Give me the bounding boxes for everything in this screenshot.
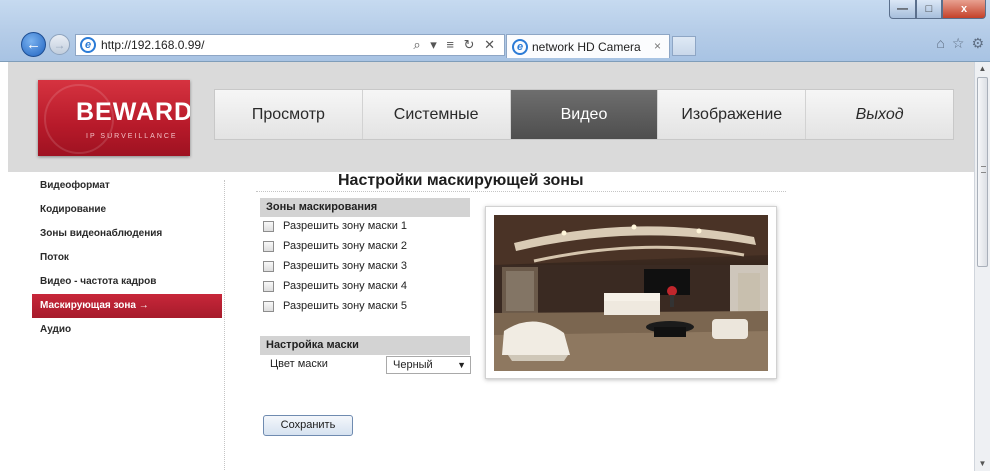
browser-toolbar-icons: ⌂ ☆ ⚙ — [936, 35, 984, 52]
mask-5-checkbox[interactable] — [263, 300, 274, 312]
mask-3-checkbox[interactable] — [263, 260, 274, 272]
camera-preview-frame — [485, 206, 777, 379]
preview-scene — [494, 215, 768, 371]
mask-settings-heading: Настройка маски — [260, 336, 470, 355]
settings-gear-icon[interactable]: ⚙ — [971, 35, 984, 52]
mask-color-label: Цвет маски — [270, 358, 328, 370]
favorites-star-icon[interactable]: ☆ — [952, 35, 965, 52]
mask-1-label: Разрешить зону маски 1 — [283, 220, 408, 232]
mask-2-label: Разрешить зону маски 2 — [283, 240, 408, 252]
mask-row-5[interactable]: Разрешить зону маски 5 — [263, 298, 407, 314]
mask-row-1[interactable]: Разрешить зону маски 1 — [263, 218, 407, 234]
menu-item-logout[interactable]: Выход — [806, 90, 953, 139]
page-title: Настройки маскирующей зоны — [338, 172, 584, 189]
camera-preview-image[interactable] — [494, 215, 768, 371]
logo-subtitle: IP SURVEILLANCE — [86, 133, 178, 140]
mask-1-checkbox[interactable] — [263, 220, 274, 232]
maximize-button[interactable]: □ — [916, 0, 942, 19]
back-button[interactable]: ← — [21, 32, 46, 57]
menu-item-video[interactable]: Видео — [510, 90, 659, 139]
vertical-scrollbar[interactable]: ▲ ▼ — [974, 62, 990, 471]
tab-network-hd-camera[interactable]: e network HD Camera × — [506, 34, 670, 58]
mask-color-select[interactable]: Черный ▼ — [386, 356, 471, 374]
mask-5-label: Разрешить зону маски 5 — [283, 300, 408, 312]
sidebar-item-privacy-mask[interactable]: Маскирующая зона → — [32, 294, 222, 318]
mask-color-value: Черный — [393, 359, 433, 371]
scroll-grip-icon — [981, 166, 986, 173]
sidebar: Видеоформат Кодирование Зоны видеонаблюд… — [32, 174, 222, 342]
scroll-thumb[interactable] — [977, 77, 988, 267]
menu-item-view[interactable]: Просмотр — [215, 90, 363, 139]
new-tab-button[interactable] — [672, 36, 696, 56]
menu-item-system[interactable]: Системные — [363, 90, 511, 139]
masks-section-heading: Зоны маскирования — [260, 198, 470, 217]
beward-logo[interactable]: BEWARD IP SURVEILLANCE — [38, 80, 190, 156]
browser-titlebar: — □ x ← → e http://192.168.0.99/ ⌕ ▾ ≡ ↻… — [0, 0, 990, 62]
mask-row-3[interactable]: Разрешить зону маски 3 — [263, 258, 407, 274]
sidebar-item-stream[interactable]: Поток — [32, 246, 222, 270]
home-icon[interactable]: ⌂ — [936, 35, 944, 52]
sidebar-item-surveillance-zones[interactable]: Зоны видеонаблюдения — [32, 222, 222, 246]
title-divider — [256, 191, 786, 192]
ie-tab-icon: e — [512, 38, 528, 55]
address-tools-icons[interactable]: ⌕ ▾ ≡ ↻ ✕ — [413, 37, 498, 53]
tab-close-icon[interactable]: × — [654, 39, 661, 53]
window-controls: — □ x — [889, 0, 986, 19]
close-window-button[interactable]: x — [942, 0, 986, 19]
mask-row-4[interactable]: Разрешить зону маски 4 — [263, 278, 407, 294]
scroll-up-arrow-icon[interactable]: ▲ — [975, 62, 990, 76]
save-button[interactable]: Сохранить — [263, 415, 353, 436]
chevron-down-icon: ▼ — [457, 360, 466, 370]
header-band: BEWARD IP SURVEILLANCE Просмотр Системны… — [8, 62, 974, 172]
sidebar-item-frame-rate[interactable]: Видео - частота кадров — [32, 270, 222, 294]
mask-4-label: Разрешить зону маски 4 — [283, 280, 408, 292]
page-viewport: BEWARD IP SURVEILLANCE Просмотр Системны… — [8, 62, 974, 471]
sidebar-item-encoding[interactable]: Кодирование — [32, 198, 222, 222]
sidebar-item-video-format[interactable]: Видеоформат — [32, 174, 222, 198]
scroll-down-arrow-icon[interactable]: ▼ — [975, 457, 990, 471]
menu-item-image[interactable]: Изображение — [658, 90, 807, 139]
mask-row-2[interactable]: Разрешить зону маски 2 — [263, 238, 407, 254]
sidebar-item-audio[interactable]: Аудио — [32, 318, 222, 342]
address-bar[interactable]: e http://192.168.0.99/ ⌕ ▾ ≡ ↻ ✕ — [75, 34, 505, 56]
mask-4-checkbox[interactable] — [263, 280, 274, 292]
minimize-button[interactable]: — — [889, 0, 916, 19]
mask-2-checkbox[interactable] — [263, 240, 274, 252]
logo-brand: BEWARD — [76, 98, 190, 126]
mask-3-label: Разрешить зону маски 3 — [283, 260, 408, 272]
main-menu: Просмотр Системные Видео Изображение Вых… — [214, 89, 954, 140]
forward-button[interactable]: → — [49, 34, 70, 55]
tab-title: network HD Camera — [532, 39, 641, 54]
sidebar-divider — [224, 180, 225, 470]
ie-page-icon: e — [80, 37, 96, 53]
url-text: http://192.168.0.99/ — [101, 38, 205, 52]
